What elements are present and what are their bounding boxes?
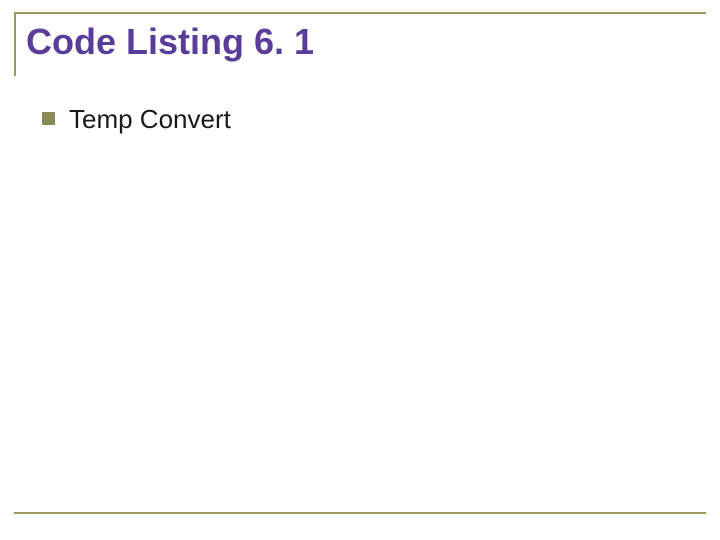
square-bullet-icon (42, 112, 55, 125)
title-block: Code Listing 6. 1 (14, 12, 706, 76)
content-area: Temp Convert (14, 104, 706, 135)
slide-title: Code Listing 6. 1 (26, 22, 706, 62)
bullet-text: Temp Convert (69, 104, 231, 135)
list-item: Temp Convert (42, 104, 706, 135)
footer-divider (14, 512, 706, 514)
slide-container: Code Listing 6. 1 Temp Convert (0, 0, 720, 540)
